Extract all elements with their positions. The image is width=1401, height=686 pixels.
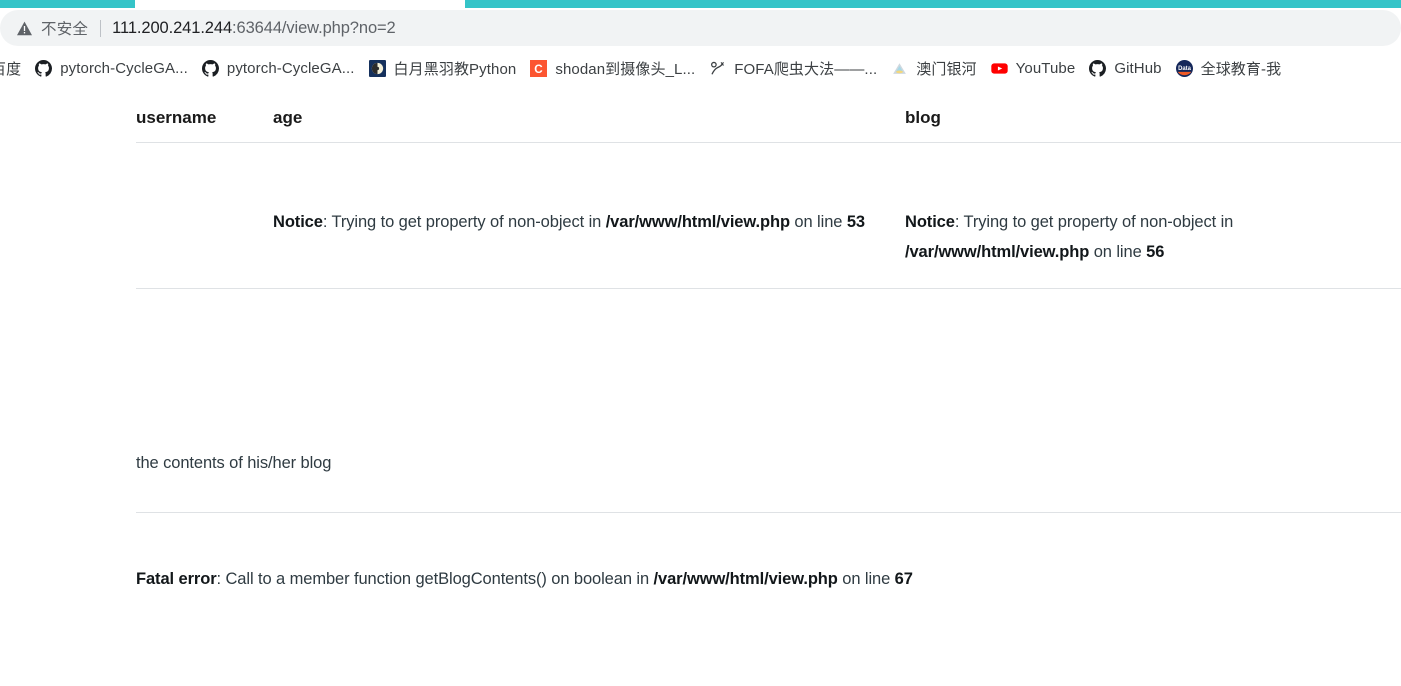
php-notice-blog: Notice: Trying to get property of non-ob… (905, 143, 1401, 267)
notice-message: : Trying to get property of non-object i… (954, 213, 1234, 231)
csdn-icon: C (530, 59, 548, 77)
security-status-label: 不安全 (41, 21, 89, 38)
url-display[interactable]: 111.200.241.244:63644/view.php?no=2 (112, 19, 396, 38)
notice-file: /var/www/html/view.php (905, 243, 1090, 261)
data-icon: Data (1175, 59, 1193, 77)
security-status-chip[interactable]: 不安全 (16, 17, 112, 39)
bookmark-macau-galaxy[interactable]: 澳门银河 (884, 54, 983, 82)
bookmark-label: shodan到摄像头_L... (555, 60, 696, 78)
bookmark-shodan-camera[interactable]: C shodan到摄像头_L... (523, 54, 702, 82)
bookmark-label: YouTube (1015, 59, 1076, 77)
cell-age: Notice: Trying to get property of non-ob… (273, 142, 905, 289)
bookmark-label: pytorch-CycleGA... (60, 59, 188, 77)
galaxy-icon (893, 62, 907, 74)
blog-contents-text: the contents of his/her blog (136, 454, 332, 472)
svg-text:Data: Data (1178, 65, 1192, 71)
php-fatal-error: Fatal error: Call to a member function g… (136, 566, 1401, 592)
bookmark-label: 全球教育-我 (1200, 60, 1282, 78)
bookmark-baiyue-heiyu-python[interactable]: 白月黑羽教Python (362, 54, 524, 82)
table-row: Notice: Trying to get property of non-ob… (136, 142, 1401, 289)
notice-file: /var/www/html/view.php (605, 213, 790, 231)
fatal-line: 67 (894, 570, 913, 588)
github-icon (201, 59, 219, 77)
bookmark-github[interactable]: GitHub (1082, 54, 1168, 82)
bookmark-pytorch-cyclegan-1[interactable]: pytorch-CycleGA... (28, 54, 195, 82)
youtube-icon (990, 62, 1008, 74)
table-header-row: username age blog (136, 96, 1401, 143)
bookmarks-bar: 百度 pytorch-CycleGA... pytorch-CycleGA...… (0, 48, 1401, 88)
fatal-severity: Fatal error (136, 570, 217, 588)
bookmark-label: 澳门银河 (916, 60, 977, 78)
fofa-icon (711, 61, 725, 74)
github-icon (1089, 59, 1107, 77)
tab-strip-left (0, 0, 110, 8)
tab-strip (0, 0, 1401, 8)
warning-triangle-icon (17, 21, 32, 35)
bookmark-global-education[interactable]: Data 全球教育-我 (1169, 54, 1289, 82)
notice-severity: Notice (273, 213, 323, 231)
column-header-username: username (136, 96, 273, 143)
bookmark-label: FOFA爬虫大法——... (734, 60, 878, 78)
active-tab[interactable] (135, 0, 465, 8)
fatal-message: : Call to a member function getBlogConte… (216, 570, 654, 588)
browser-toolbar: 不安全 111.200.241.244:63644/view.php?no=2 (0, 8, 1401, 48)
bookmark-label: 白月黑羽教Python (393, 60, 517, 78)
moon-icon (368, 59, 386, 77)
user-blog-table: username age blog Notice: Trying to get … (136, 96, 1401, 289)
username-value (136, 143, 273, 207)
github-icon (35, 59, 53, 77)
bookmark-youtube[interactable]: YouTube (984, 54, 1083, 82)
url-host: 111.200.241.244 (112, 18, 233, 37)
bookmark-fofa-crawler[interactable]: FOFA爬虫大法——... (702, 54, 884, 82)
browser-chrome: 不安全 111.200.241.244:63644/view.php?no=2 … (0, 0, 1401, 88)
php-notice-age: Notice: Trying to get property of non-ob… (273, 143, 905, 237)
notice-line: 53 (846, 213, 865, 231)
column-header-blog: blog (905, 96, 1401, 143)
notice-line: 56 (1146, 243, 1165, 261)
bookmark-label: GitHub (1114, 59, 1162, 77)
svg-text:C: C (535, 62, 544, 75)
notice-online: on line (1089, 243, 1147, 261)
bookmark-label: pytorch-CycleGA... (226, 59, 355, 77)
url-path: :63644/view.php?no=2 (232, 18, 396, 37)
bookmark-pytorch-cyclegan-2[interactable]: pytorch-CycleGA... (195, 54, 362, 82)
cell-blog: Notice: Trying to get property of non-ob… (905, 142, 1401, 289)
notice-message: : Trying to get property of non-object i… (322, 213, 606, 231)
notice-online: on line (789, 213, 847, 231)
page-content: username age blog Notice: Trying to get … (0, 88, 1401, 686)
bookmark-label: 百度 (0, 60, 22, 78)
bookmark-baidu[interactable]: 百度 (0, 54, 28, 82)
cell-username (136, 142, 273, 289)
column-header-age: age (273, 96, 905, 143)
omnibox-separator (100, 19, 102, 37)
content-divider (136, 512, 1401, 513)
fatal-online: on line (837, 570, 895, 588)
address-bar[interactable]: 不安全 111.200.241.244:63644/view.php?no=2 (0, 10, 1401, 46)
fatal-file: /var/www/html/view.php (653, 570, 838, 588)
notice-severity: Notice (905, 213, 955, 231)
